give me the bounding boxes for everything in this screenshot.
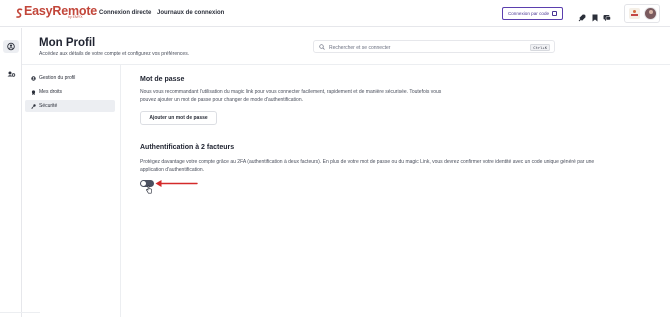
page-subtitle: Accédez aux détails de votre compte et c… [39,51,190,57]
top-bar: EasyRemote by EMYX Connexion directe Jou… [0,0,670,27]
annotation-arrow [155,180,198,187]
twofa-section-text-1: Protégez davantage votre compte grâce au… [140,159,595,165]
twofa-section-text-2: application d'authentification. [140,167,205,173]
app-logo[interactable]: EasyRemote [16,4,98,18]
add-password-button[interactable]: Ajouter un mot de passe [140,111,217,125]
chat-icon[interactable] [603,9,611,21]
rocket-icon[interactable] [578,9,586,22]
twofa-section-title: Authentification à 2 facteurs [140,144,235,151]
rail-settings-button[interactable] [3,68,19,81]
avatar [644,7,657,20]
account-switcher[interactable] [624,4,660,23]
logo-icon [16,6,23,18]
add-password-label: Ajouter un mot de passe [149,115,208,121]
password-section-text-2: pouvez ajouter un mot de passe pour chan… [140,97,304,103]
user-circle-icon [7,42,15,51]
page-title: Mon Profil [39,37,96,49]
badge-icon [31,89,36,95]
left-rail [0,28,22,317]
hand-cursor-icon [146,185,152,194]
users-gear-icon [7,71,16,77]
menu-item-label: Sécurité [39,103,58,109]
menu-item-profile[interactable]: Gestion du profil [25,72,115,84]
menu-item-label: Gestion du profil [39,75,76,81]
search-icon [319,44,325,50]
organization-logo [629,8,640,19]
code-connection-button[interactable]: Connexion par code [502,7,563,20]
search-placeholder: Rechercher et se connecter [329,44,391,51]
menu-item-label: Mes droits [39,89,63,95]
nav-link-connexion-directe[interactable]: Connexion directe [99,10,151,16]
nav-link-journaux[interactable]: Journaux de connexion [157,10,224,16]
rail-profile-button[interactable] [3,40,19,53]
logo-text: EasyRemote [24,4,98,18]
logo-subtext: by EMYX [68,15,83,19]
menu-item-rights[interactable]: Mes droits [25,86,115,98]
sidebar-divider [120,65,121,317]
user-icon [31,75,36,81]
menu-item-security[interactable]: Sécurité [25,100,115,112]
password-section-title: Mot de passe [140,76,185,83]
search-shortcut-badge: Ctrl+K [530,43,550,51]
key-icon [31,103,36,109]
search-input[interactable]: Rechercher et se connecter Ctrl+K [313,40,555,53]
code-connection-label: Connexion par code [507,11,550,16]
bookmark-icon[interactable] [591,9,599,22]
external-link-icon [552,11,558,16]
footer-divider [0,312,40,313]
